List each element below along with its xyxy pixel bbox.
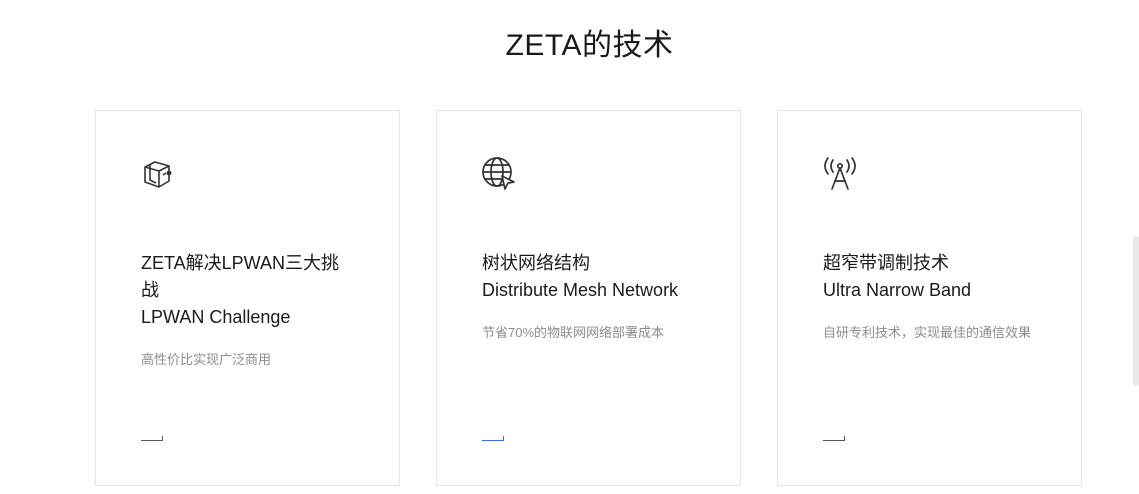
globe-cursor-icon (482, 157, 515, 190)
more-tick (162, 436, 163, 441)
tech-card-mesh[interactable]: 树状网络结构 Distribute Mesh Network 节省70%的物联网… (436, 110, 741, 486)
more-tick (844, 436, 845, 441)
card-title-cn: 超窄带调制技术 (823, 253, 949, 273)
card-title-en: LPWAN Challenge (141, 307, 291, 327)
card-description: 高性价比实现广泛商用 (141, 352, 272, 367)
zeta-tech-section: ZETA的技术 ZETA解决LPWAN三大挑战 LPWAN Challenge … (0, 0, 1139, 494)
card-title-en: Distribute Mesh Network (482, 280, 679, 300)
cube-shield-icon (144, 161, 172, 188)
card-description: 自研专利技术，实现最佳的通信效果 (823, 325, 1032, 340)
more-line (482, 440, 503, 441)
card-title-cn: 树状网络结构 (482, 253, 590, 273)
more-link[interactable] (823, 433, 847, 441)
tech-card-unb[interactable]: 超窄带调制技术 Ultra Narrow Band 自研专利技术，实现最佳的通信… (777, 110, 1082, 486)
more-tick (503, 436, 504, 441)
card-description: 节省70%的物联网网络部署成本 (482, 325, 665, 340)
more-link[interactable] (141, 433, 165, 441)
card-title-cn: ZETA解决LPWAN三大挑战 (141, 253, 340, 300)
more-line (141, 440, 162, 441)
card-title: ZETA解决LPWAN三大挑战 LPWAN Challenge (141, 250, 356, 331)
more-line (823, 440, 844, 441)
antenna-tower-icon (824, 157, 856, 190)
scrollbar[interactable] (1133, 236, 1139, 386)
more-link[interactable] (482, 433, 506, 441)
card-title: 超窄带调制技术 Ultra Narrow Band (823, 250, 1038, 304)
section-title: ZETA的技术 (505, 29, 674, 62)
card-title-en: Ultra Narrow Band (823, 280, 972, 300)
card-title: 树状网络结构 Distribute Mesh Network (482, 250, 697, 304)
tech-card-lpwan[interactable]: ZETA解决LPWAN三大挑战 LPWAN Challenge 高性价比实现广泛… (95, 110, 400, 486)
